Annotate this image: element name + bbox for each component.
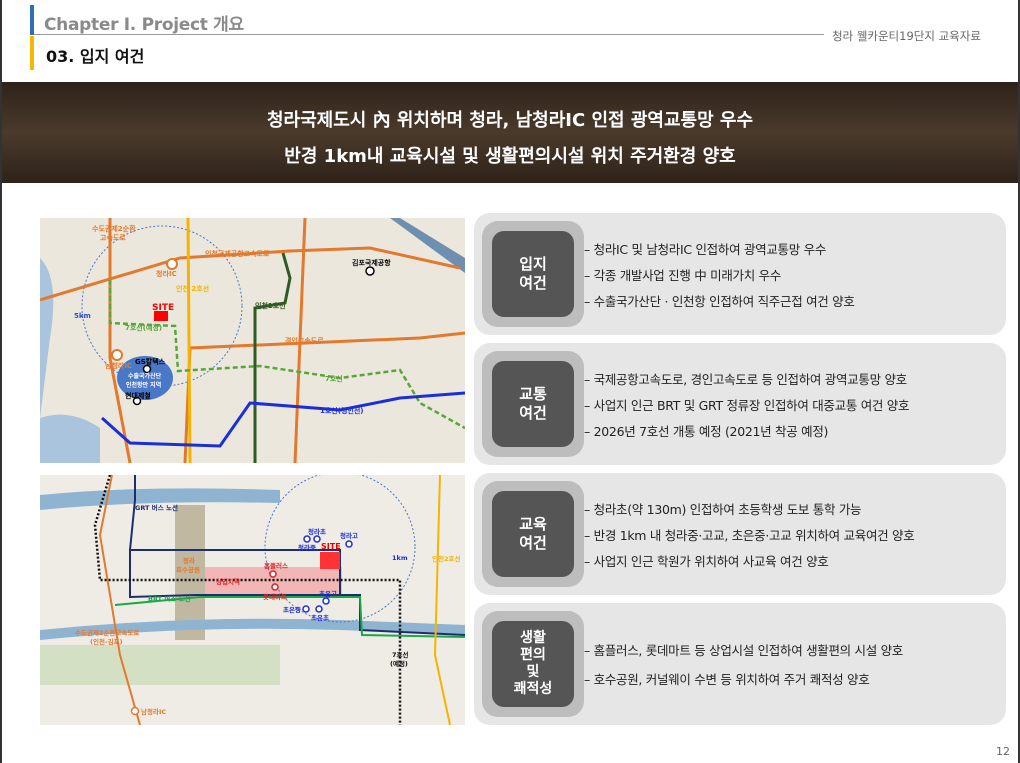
card-badge: 교통 여건 (492, 361, 574, 447)
card-item: – 반경 1km 내 청라중·고교, 초은중·고교 위치하여 교육여건 양호 (584, 527, 915, 543)
page-number: 12 (996, 745, 1010, 758)
card-item: – 수출국가산단 · 인천항 인접하여 직주근접 여건 양호 (584, 293, 855, 309)
card-item: – 청라IC 및 남청라IC 인접하여 광역교통망 우수 (584, 241, 827, 257)
card-badge: 생활 편의 및 쾌적성 (492, 621, 574, 707)
card-item: – 호수공원, 커널웨이 수변 등 위치하여 주거 쾌적성 양호 (584, 672, 870, 687)
map-label: 현대제철 (125, 391, 151, 400)
map-label: 1호선(경인선) (320, 406, 363, 415)
map-label: 1km (392, 554, 408, 562)
map-label: 고속도로 (100, 233, 126, 242)
map-label: 홈플러스 (264, 561, 288, 570)
map-label: 초은초 (311, 613, 329, 622)
map-label: 청라초 (308, 527, 326, 536)
accent-bar-blue (30, 5, 34, 35)
regional-map: 수도권제2순환 고속도로 인천국제공항고속도로 청라IC 인천 2호선 SITE… (40, 218, 465, 463)
map-label: 청라고 (340, 531, 358, 540)
card-transport: 교통 여건 – 국제공항고속도로, 경인고속도로 등 인접하여 광역교통망 양호… (474, 343, 1006, 465)
map-label: 수도권제2순환고속도로 (75, 628, 139, 637)
card-amenities: 생활 편의 및 쾌적성 – 홈플러스, 롯데마트 등 상업시설 인접하여 생활편… (474, 603, 1006, 725)
card-item: – 각종 개발사업 진행 中 미래가치 우수 (584, 267, 781, 283)
chapter-title: Chapter Ⅰ. Project 개요 (44, 15, 244, 35)
accent-bar-yellow (30, 36, 34, 70)
card-badge: 교육 여건 (492, 491, 574, 577)
map-label: 롯데마트 (263, 592, 287, 601)
map-label: 청라IC (156, 269, 177, 278)
badge-frame: 교육 여건 (482, 481, 584, 587)
map-label-site: SITE (152, 303, 174, 313)
map-label: 5km (74, 312, 91, 320)
headline-line-2: 반경 1km내 교육시설 및 생활편의시설 위치 주거환경 양호 (284, 146, 736, 167)
local-map: GRT 버스 노선 청라 호수공원 청라초 청라중 청라고 SITE 1km 인… (40, 475, 465, 725)
headline-banner: 청라국제도시 內 위치하며 청라, 남청라IC 인접 광역교통망 우수 반경 1… (2, 82, 1018, 183)
map-label: 인천항만 지역 (126, 381, 161, 389)
map-label: 인천1호선 (255, 301, 286, 310)
map-label-site: SITE (321, 542, 341, 551)
map-label: 청라중 (298, 543, 316, 552)
map-label: GRT 버스 노선 (135, 503, 178, 512)
header-divider (34, 34, 824, 35)
map-label: (예정) (390, 659, 408, 668)
card-item: – 국제공항고속도로, 경인고속도로 등 인접하여 광역교통망 양호 (584, 371, 907, 387)
map-label: 남청라IC (141, 707, 166, 716)
map-label: 7호선 (325, 374, 343, 383)
map-label: 상업지역 (216, 577, 240, 586)
card-badge: 입지 여건 (492, 231, 574, 317)
map-label: 호수공원 (176, 565, 200, 574)
card-item: – 사업지 인근 학원가 위치하여 사교육 여건 양호 (584, 553, 829, 569)
card-location: 입지 여건 – 청라IC 및 남청라IC 인접하여 광역교통망 우수 – 각종 … (474, 213, 1006, 335)
map-label: 7호선 (392, 650, 409, 659)
map-label: 초은고 (319, 589, 337, 598)
card-item: – 홈플러스, 롯데마트 등 상업시설 인접하여 생활편의 시설 양호 (584, 643, 904, 658)
badge-frame: 생활 편의 및 쾌적성 (482, 611, 584, 717)
badge-frame: 입지 여건 (482, 221, 584, 327)
card-item: – 사업지 인근 BRT 및 GRT 정류장 인접하여 대중교통 여건 양호 (584, 397, 910, 413)
card-item: – 2026년 7호선 개통 예정 (2021년 착공 예정) (584, 423, 829, 439)
map-label: 청라 (183, 556, 195, 565)
map-label: 인천국제공항고속도로 (205, 249, 270, 258)
badge-frame: 교통 여건 (482, 351, 584, 457)
headline-line-1: 청라국제도시 內 위치하며 청라, 남청라IC 인접 광역교통망 우수 (266, 110, 754, 131)
map-label: 인천 2호선 (176, 284, 209, 293)
map-label: 인천2호선 (432, 554, 460, 563)
map-label: 남청라IC (105, 361, 132, 370)
document-label: 청라 웰카운티19단지 교육자료 (832, 29, 981, 43)
map-label: 경인고속도로 (285, 336, 324, 345)
map-label: 초은중 (283, 605, 301, 614)
map-label: 수도권제2순환 (92, 224, 136, 233)
map-label: 수출국가산단 (128, 372, 162, 380)
map-label: 7호선(예정) (125, 323, 162, 332)
map-label: 김포국제공항 (352, 258, 391, 267)
map-label: GS칼텍스 (135, 357, 166, 366)
map-label: (인천-김포) (90, 637, 123, 646)
card-education: 교육 여건 – 청라초(약 130m) 인접하여 초등학생 도보 통학 가능 –… (474, 473, 1006, 595)
section-title: 03. 입지 여건 (46, 47, 145, 66)
map-label: BRT 버스 노선 (148, 594, 191, 603)
card-item: – 청라초(약 130m) 인접하여 초등학생 도보 통학 가능 (584, 501, 862, 517)
